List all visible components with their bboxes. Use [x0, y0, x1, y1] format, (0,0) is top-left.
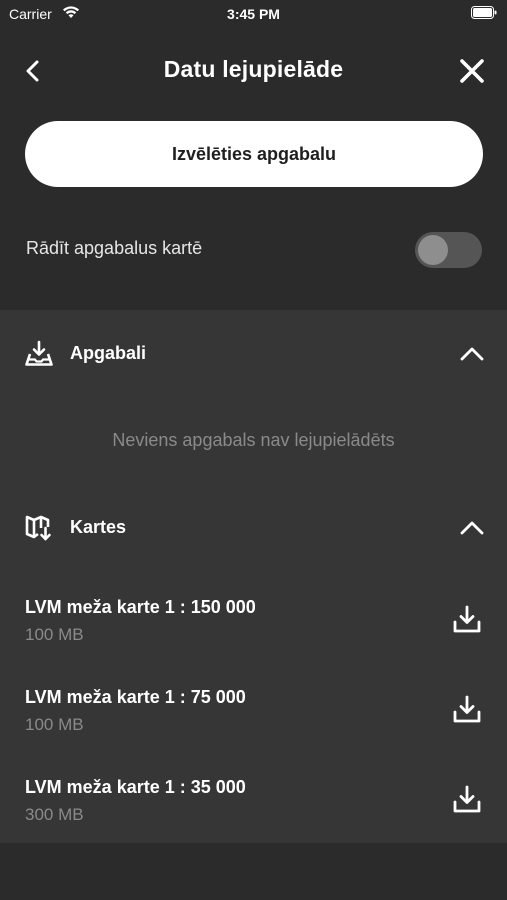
- map-name: LVM meža karte 1 : 150 000: [25, 597, 256, 617]
- map-size: 100 MB: [25, 715, 84, 734]
- map-name: LVM meža karte 1 : 75 000: [25, 687, 246, 707]
- maps-section-header[interactable]: Kartes: [0, 503, 507, 553]
- battery-icon: [471, 6, 497, 19]
- map-list-item: LVM meža karte 1 : 75 000 100 MB: [0, 681, 507, 751]
- download-button[interactable]: [451, 604, 483, 636]
- maps-section-title: Kartes: [70, 517, 127, 537]
- close-button[interactable]: [457, 56, 487, 86]
- download-button[interactable]: [451, 784, 483, 816]
- status-time: 3:45 PM: [227, 6, 280, 22]
- map-list-item: LVM meža karte 1 : 150 000 100 MB: [0, 591, 507, 661]
- tray-download-icon: [25, 340, 53, 366]
- navigation-header: Datu lejupielāde: [0, 42, 507, 100]
- areas-empty-message: Neviens apgabals nav lejupielādēts: [112, 430, 395, 450]
- toggle-knob: [418, 235, 448, 265]
- chevron-up-icon: [460, 521, 484, 535]
- areas-section-header[interactable]: Apgabali: [0, 329, 507, 379]
- close-icon: [460, 59, 484, 83]
- show-areas-label: Rādīt apgabalus kartē: [26, 238, 203, 258]
- map-list-item: LVM meža karte 1 : 35 000 300 MB: [0, 771, 507, 841]
- map-download-icon: [25, 515, 51, 541]
- map-name: LVM meža karte 1 : 35 000: [25, 777, 246, 797]
- download-button[interactable]: [451, 694, 483, 726]
- map-size: 300 MB: [25, 805, 84, 824]
- downloads-panel: Apgabali Neviens apgabals nav lejupielād…: [0, 310, 507, 843]
- areas-section-title: Apgabali: [70, 343, 147, 363]
- page-title: Datu lejupielāde: [163, 56, 344, 82]
- select-area-button[interactable]: Izvēlēties apgabalu: [25, 121, 483, 187]
- download-icon: [453, 605, 481, 633]
- download-icon: [453, 785, 481, 813]
- show-areas-toggle-row: Rādīt apgabalus kartē: [0, 222, 507, 276]
- map-size: 100 MB: [25, 625, 84, 644]
- show-areas-toggle[interactable]: [415, 232, 482, 268]
- download-icon: [453, 695, 481, 723]
- chevron-up-icon: [460, 347, 484, 361]
- status-bar: Carrier 3:45 PM: [0, 0, 507, 28]
